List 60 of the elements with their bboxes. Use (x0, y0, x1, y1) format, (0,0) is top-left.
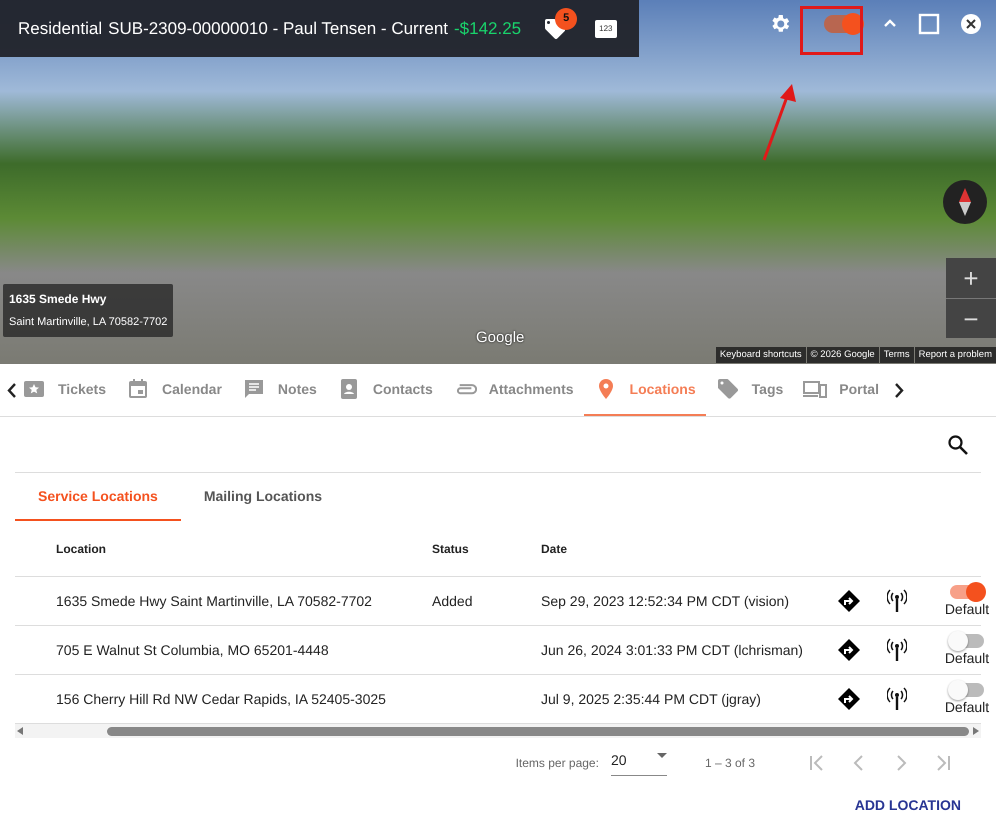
compass-icon[interactable] (943, 180, 987, 224)
account-title: SUB-2309-00000010 - Paul Tensen - Current (108, 18, 448, 40)
table-cell-text: Sep 29, 2023 12:52:34 PM CDT (vision) (541, 592, 790, 611)
close-icon[interactable] (960, 13, 982, 35)
antenna-icon[interactable] (887, 687, 907, 711)
nav-tab[interactable]: Notes (232, 364, 327, 416)
page-size-select[interactable]: 20 (610, 750, 667, 776)
table-cell-text: 156 Cherry Hill Rd NW Cedar Rapids, IA 52405-3025 (56, 690, 387, 709)
attribution-link[interactable]: Report a problem (914, 346, 996, 363)
nav-tab[interactable]: Tags (706, 364, 794, 416)
nav-tab[interactable]: Attachments (442, 364, 584, 416)
nav-tab[interactable]: Contacts (326, 364, 443, 416)
tag-icon (716, 377, 740, 401)
address-line: Saint Martinville, LA 70582-7702 (9, 315, 168, 330)
calendar-icon (126, 377, 150, 401)
account-type: Residential (18, 18, 102, 40)
nav-tab[interactable]: Portal (793, 364, 889, 416)
toggle-label: Default (944, 600, 990, 618)
column-header: Status (432, 540, 470, 558)
map-logo: Google (476, 328, 524, 348)
toggle-label: Default (944, 648, 990, 668)
sub-tab[interactable]: Mailing Locations (180, 473, 346, 521)
attribution-link[interactable]: Keyboard shortcuts (716, 346, 806, 363)
balance-amount: -$142.25 (454, 18, 522, 40)
directions-icon[interactable] (837, 638, 861, 662)
address-title: 1635 Smede Hwy (9, 291, 108, 308)
page-range: 1 – 3 of 3 (704, 755, 755, 772)
column-header: Date (541, 540, 568, 558)
maximize-icon[interactable] (918, 13, 940, 35)
search-icon[interactable] (947, 434, 969, 456)
scroll-right-icon[interactable] (973, 727, 979, 735)
caret-down-icon (656, 750, 667, 760)
add-location-button[interactable]: ADD LOCATION (848, 794, 967, 817)
page-size-label: Items per page: (516, 755, 599, 772)
toggle-switch[interactable] (950, 682, 984, 696)
directions-icon[interactable] (837, 589, 861, 613)
zoom-in-button[interactable]: + (946, 258, 996, 298)
toggle-switch[interactable] (824, 15, 862, 33)
column-header: Location (56, 540, 107, 558)
attribution-link[interactable]: Terms (880, 346, 914, 363)
toggle-switch[interactable] (950, 634, 984, 648)
table-cell-text: 705 E Walnut St Columbia, MO 65201-4448 (56, 640, 330, 660)
directions-icon[interactable] (837, 687, 861, 711)
toggle-switch[interactable] (950, 584, 984, 598)
antenna-icon[interactable] (887, 589, 907, 613)
toggle-label: Default (944, 698, 990, 716)
table-cell-text: Jul 9, 2025 2:35:44 PM CDT (jgray) (541, 690, 762, 709)
table-cell-text: Jun 26, 2024 3:01:33 PM CDT (lchrisman) (541, 640, 804, 660)
nav-tab[interactable]: Tickets (22, 364, 116, 416)
nav-tab[interactable]: Calendar (116, 364, 232, 416)
annotation-box (800, 6, 863, 55)
scroll-left-icon[interactable] (17, 727, 23, 735)
zoom-out-button[interactable]: − (946, 298, 996, 338)
tag-count-badge: 5 (555, 8, 578, 30)
scrollbar-thumb[interactable] (107, 726, 969, 736)
attribution-link[interactable]: © 2026 Google (806, 346, 879, 363)
table-cell-text: 1635 Smede Hwy Saint Martinville, LA 70582-7702 (56, 592, 373, 611)
antenna-icon[interactable] (887, 638, 907, 662)
table-cell-text: Added (432, 592, 474, 610)
id-badge[interactable]: 123 (595, 20, 616, 38)
